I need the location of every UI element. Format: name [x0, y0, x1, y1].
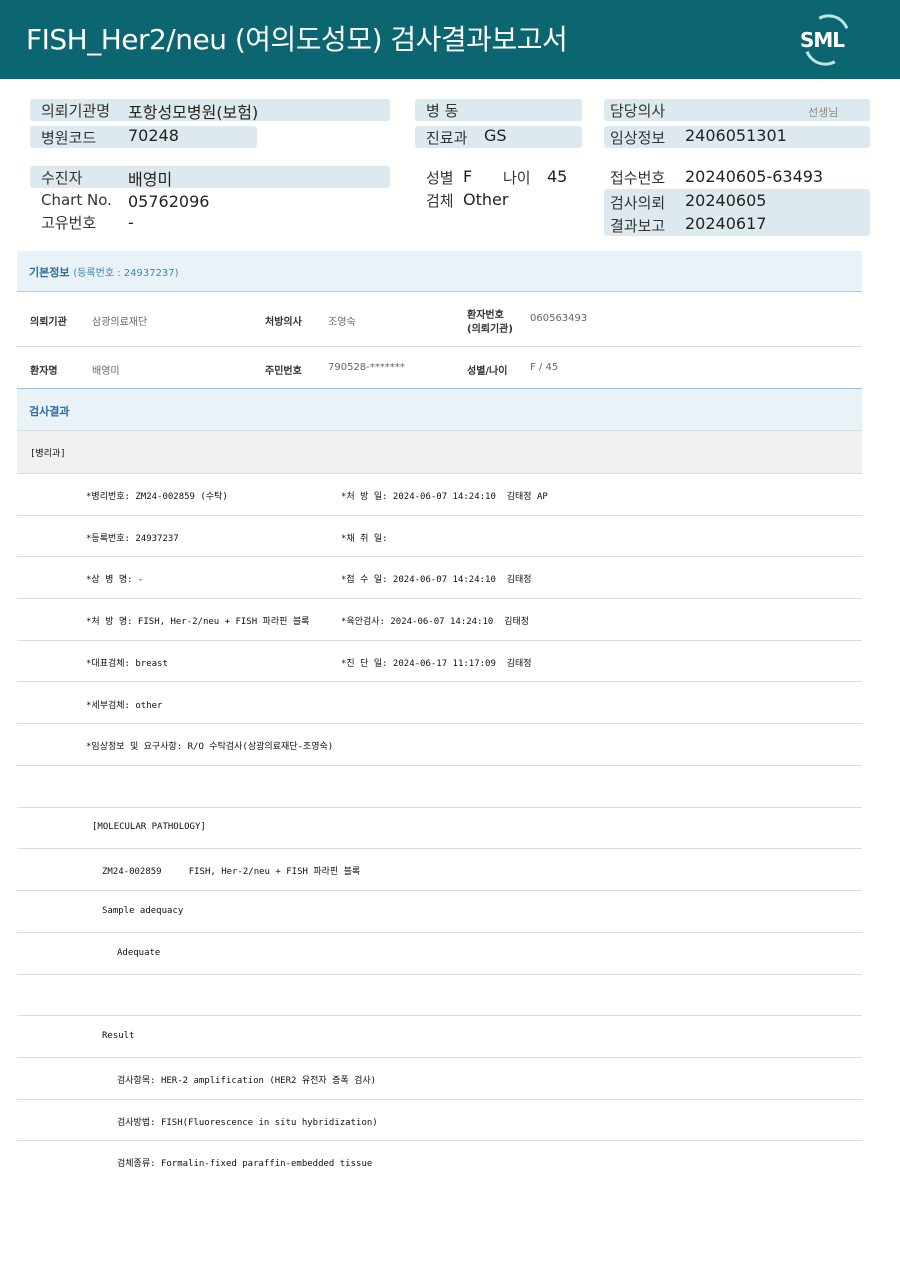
divider: [17, 848, 862, 849]
result-line-right-3: *접 수 일: 2024-06-07 14:24:10 김태정: [341, 575, 532, 585]
patient-no-sublabel: (의뢰기관): [467, 324, 513, 335]
sml-logo: SML: [796, 7, 858, 73]
divider: [17, 1140, 862, 1141]
sex-label: 성별: [426, 169, 454, 187]
molecular-pathology-heading: [MOLECULAR PATHOLOGY]: [92, 822, 206, 832]
basic-info-section-header: 기본정보 (등록번호 : 24937237): [17, 251, 862, 291]
specimen-label: 검체: [426, 192, 454, 210]
department-tag: [병리과]: [30, 449, 66, 459]
resident-no-label: 주민번호: [265, 366, 302, 377]
clinical-info-label: 임상정보: [610, 129, 666, 147]
patient-value: 배영미: [128, 170, 173, 189]
sex-age-value: F / 45: [530, 362, 559, 373]
patient-name-label: 환자명: [30, 366, 58, 377]
result-line-left-2: *등록번호: 24937237: [86, 534, 179, 544]
institution-label: 의뢰기관명: [41, 102, 111, 120]
patient-name-value: 배영미: [92, 366, 120, 377]
registration-number: (등록번호 : 24937237): [73, 268, 179, 279]
report-title: FISH_Her2/neu (여의도성모) 검사결과보고서: [26, 23, 568, 56]
report-date-value: 20240617: [685, 214, 767, 233]
institution-value: 포항성모병원(보험): [128, 103, 259, 122]
physician-value: 조영숙: [328, 317, 356, 328]
request-date-value: 20240605: [685, 191, 767, 210]
result-line-left-4: *처 방 명: FISH, Her-2/neu + FISH 파라핀 블록: [86, 617, 310, 627]
specimen-type: 검체종류: Formalin-fixed paraffin-embedded t…: [117, 1159, 373, 1169]
dept-row: [17, 431, 862, 473]
department-value: GS: [484, 126, 507, 145]
divider: [17, 473, 862, 474]
doctor-label: 담당의사: [610, 102, 666, 120]
basic-institution-label: 의뢰기관: [30, 317, 67, 328]
age-label: 나이: [503, 169, 531, 187]
test-item: 검사항목: HER-2 amplification (HER2 유전자 증폭 검…: [117, 1076, 377, 1086]
divider: [17, 890, 862, 891]
test-method: 검사방법: FISH(Fluorescence in situ hybridiz…: [117, 1118, 378, 1128]
clinical-info-value: 2406051301: [685, 126, 787, 145]
patient-no-value: 060563493: [530, 313, 588, 324]
result-line-right-2: *채 취 일:: [341, 534, 388, 544]
chart-no-label: Chart No.: [41, 191, 112, 209]
result-line-right-4: *육안검사: 2024-06-07 14:24:10 김태정: [341, 617, 530, 627]
age-value: 45: [547, 167, 568, 186]
divider: [17, 346, 862, 347]
unique-no-value: -: [128, 213, 134, 232]
divider: [17, 723, 862, 724]
report-date-label: 결과보고: [610, 217, 666, 235]
divider: [17, 1057, 862, 1058]
logo-text: SML: [800, 28, 845, 52]
result-line-left-7: *임상정보 및 요구사항: R/O 수탁검사(삼광의료재단-조영숙): [86, 742, 334, 752]
unique-no-label: 고유번호: [41, 214, 97, 232]
divider: [17, 291, 862, 292]
results-title: 검사결과: [29, 405, 70, 418]
hospital-code-value: 70248: [128, 126, 179, 145]
basic-institution-value: 삼광의료재단: [92, 317, 148, 328]
result-heading: Result: [102, 1031, 135, 1041]
divider: [17, 1015, 862, 1016]
department-label: 진료과: [426, 129, 468, 147]
result-line-left-1: *병리번호: ZM24-002859 (수탁): [86, 492, 228, 502]
patient-no-label: 환자번호: [467, 310, 504, 321]
patient-box: [30, 166, 390, 188]
result-line-left-5: *대표검체: breast: [86, 659, 168, 669]
sex-value: F: [463, 167, 473, 186]
divider: [17, 807, 862, 808]
receipt-no-value: 20240605-63493: [685, 167, 824, 186]
doctor-suffix: 선생님: [808, 106, 839, 119]
sex-age-label: 성별/나이: [467, 366, 508, 377]
request-date-label: 검사의뢰: [610, 194, 666, 212]
result-line-left-3: *상 병 명: -: [86, 575, 144, 585]
test-line: ZM24-002859 FISH, Her-2/neu + FISH 파라핀 블…: [102, 867, 361, 877]
divider: [17, 932, 862, 933]
report-header: FISH_Her2/neu (여의도성모) 검사결과보고서 SML: [0, 0, 900, 79]
physician-label: 처방의사: [265, 317, 302, 328]
result-line-right-1: *처 방 일: 2024-06-07 14:24:10 김태정 AP: [341, 492, 548, 502]
specimen-value: Other: [463, 190, 509, 209]
patient-label: 수진자: [41, 169, 83, 187]
hospital-code-label: 병원코드: [41, 129, 97, 147]
divider: [17, 556, 862, 557]
results-section-header: 검사결과: [17, 389, 862, 430]
divider: [17, 681, 862, 682]
divider: [17, 598, 862, 599]
result-line-right-5: *진 단 일: 2024-06-17 11:17:09 김태정: [341, 659, 532, 669]
basic-info-title: 기본정보: [29, 266, 70, 279]
divider: [17, 640, 862, 641]
adequacy-value: Adequate: [117, 948, 161, 958]
result-line-left-6: *세부검체: other: [86, 701, 163, 711]
chart-no-value: 05762096: [128, 192, 210, 211]
ward-label: 병 동: [426, 102, 459, 120]
divider: [17, 974, 862, 975]
divider: [17, 765, 862, 766]
sample-adequacy-heading: Sample adequacy: [102, 906, 184, 916]
resident-no-value: 790528-*******: [328, 362, 405, 373]
divider: [17, 1099, 862, 1100]
receipt-no-label: 접수번호: [610, 169, 666, 187]
divider: [17, 515, 862, 516]
